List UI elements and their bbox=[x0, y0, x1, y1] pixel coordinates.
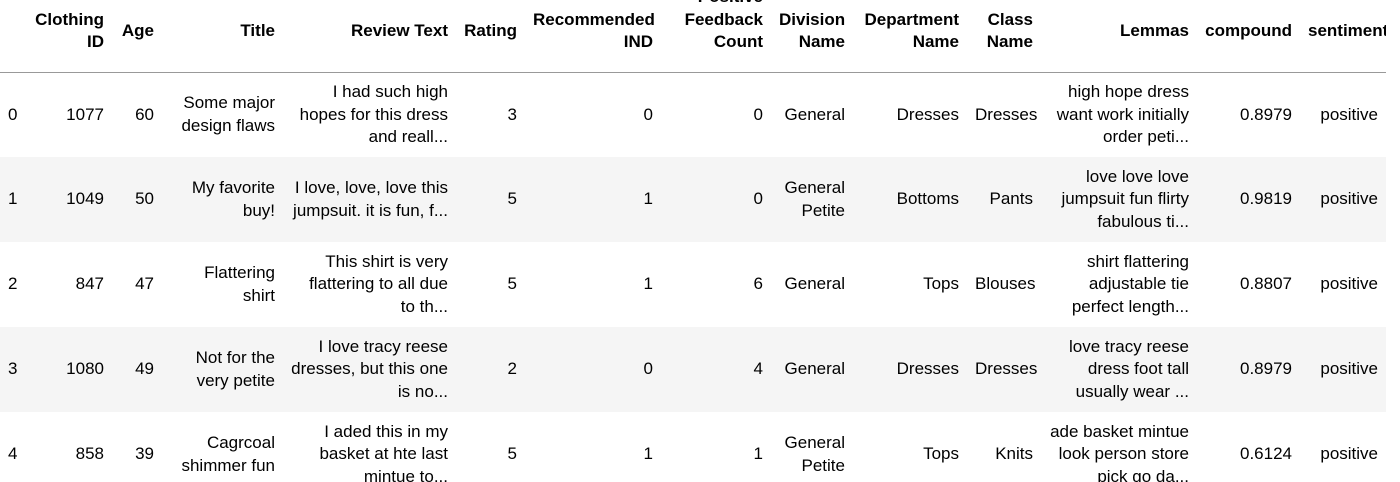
cell-clothing-id: 847 bbox=[75, 274, 104, 294]
cell-recommended-ind: 1 bbox=[643, 274, 653, 294]
cell-division-name: General Petite bbox=[784, 433, 845, 475]
cell-review-text: I aded this in my basket at hte last min… bbox=[319, 421, 448, 482]
cell-lemmas: love love love jumpsuit fun flirty fabul… bbox=[1061, 166, 1189, 231]
cell-compound: 0.8979 bbox=[1240, 359, 1292, 379]
column-header-age: Age bbox=[121, 21, 154, 40]
cell-recommended-ind: 1 bbox=[643, 444, 653, 464]
row-index: 0 bbox=[8, 104, 18, 124]
column-header-division-name: Division Name bbox=[779, 9, 846, 52]
cell-title: Flattering shirt bbox=[204, 263, 275, 305]
column-header-title: Title bbox=[240, 21, 275, 40]
index-header bbox=[0, 0, 26, 72]
cell-age: 50 bbox=[135, 189, 154, 209]
dataframe-output: Clothing ID Age Title Review Text Rating… bbox=[0, 0, 1400, 482]
cell-title: Some major design flaws bbox=[181, 93, 275, 135]
cell-review-text: I had such high hopes for this dress and… bbox=[299, 82, 448, 146]
dataframe-table: Clothing ID Age Title Review Text Rating… bbox=[0, 0, 1386, 482]
cell-compound: 0.8979 bbox=[1240, 104, 1292, 124]
cell-recommended-ind: 0 bbox=[643, 104, 653, 124]
cell-class-name: Pants bbox=[989, 189, 1033, 209]
cell-age: 49 bbox=[135, 359, 154, 379]
column-header-class-name: Class Name bbox=[986, 9, 1033, 52]
cell-age: 47 bbox=[135, 274, 154, 294]
cell-class-name: Knits bbox=[995, 444, 1033, 464]
row-index: 2 bbox=[8, 274, 18, 294]
column-header-clothing-id: Clothing ID bbox=[35, 9, 104, 52]
column-header-lemmas: Lemmas bbox=[1120, 21, 1189, 40]
cell-review-text: I love, love, love this jumpsuit. it is … bbox=[293, 178, 448, 220]
column-header-recommended-ind: Recommended IND bbox=[533, 9, 655, 52]
cell-department-name: Tops bbox=[923, 444, 959, 464]
cell-age: 39 bbox=[135, 444, 154, 464]
column-header-sentiment: sentiment bbox=[1308, 21, 1386, 40]
cell-positive-feedback-count: 1 bbox=[753, 444, 763, 464]
table-row: 2 847 47 Flattering shirt This shirt is … bbox=[0, 242, 1386, 327]
cell-age: 60 bbox=[135, 104, 154, 124]
cell-review-text: This shirt is very flattering to all due… bbox=[309, 251, 448, 316]
cell-rating: 3 bbox=[507, 104, 517, 124]
cell-sentiment: positive bbox=[1320, 274, 1378, 294]
cell-rating: 2 bbox=[507, 359, 517, 379]
column-header-positive-feedback-count: Positive Feedback Count bbox=[684, 0, 763, 51]
cell-clothing-id: 1080 bbox=[66, 359, 104, 379]
cell-department-name: Bottoms bbox=[896, 189, 959, 209]
cell-positive-feedback-count: 4 bbox=[753, 359, 763, 379]
table-row: 4 858 39 Cagrcoal shimmer fun I aded thi… bbox=[0, 412, 1386, 482]
cell-clothing-id: 1049 bbox=[66, 189, 104, 209]
column-header-department-name: Department Name bbox=[864, 9, 959, 52]
table-row: 3 1080 49 Not for the very petite I love… bbox=[0, 327, 1386, 412]
cell-class-name: Dresses bbox=[975, 359, 1038, 379]
cell-class-name: Blouses bbox=[975, 274, 1036, 294]
cell-clothing-id: 1077 bbox=[66, 104, 104, 124]
table-header-row: Clothing ID Age Title Review Text Rating… bbox=[0, 0, 1386, 72]
cell-positive-feedback-count: 0 bbox=[753, 104, 763, 124]
cell-lemmas: high hope dress want work initially orde… bbox=[1056, 82, 1189, 146]
cell-positive-feedback-count: 0 bbox=[753, 189, 763, 209]
cell-rating: 5 bbox=[507, 274, 517, 294]
cell-rating: 5 bbox=[507, 444, 517, 464]
cell-class-name: Dresses bbox=[975, 104, 1038, 124]
cell-positive-feedback-count: 6 bbox=[753, 274, 763, 294]
cell-sentiment: positive bbox=[1320, 444, 1378, 464]
cell-lemmas: love tracy reese dress foot tall usually… bbox=[1069, 336, 1189, 401]
cell-department-name: Tops bbox=[923, 274, 959, 294]
cell-division-name: General Petite bbox=[784, 178, 845, 220]
cell-compound: 0.6124 bbox=[1240, 444, 1292, 464]
cell-title: My favorite buy! bbox=[191, 178, 275, 220]
row-index: 1 bbox=[8, 189, 18, 209]
column-header-review-text: Review Text bbox=[350, 21, 448, 40]
cell-lemmas: ade basket mintue look person store pick… bbox=[1050, 421, 1189, 482]
cell-recommended-ind: 0 bbox=[643, 359, 653, 379]
column-header-rating: Rating bbox=[464, 21, 517, 40]
row-index: 4 bbox=[8, 444, 18, 464]
cell-title: Not for the very petite bbox=[195, 348, 275, 390]
cell-sentiment: positive bbox=[1320, 189, 1378, 209]
column-header-compound: compound bbox=[1205, 21, 1292, 40]
table-row: 1 1049 50 My favorite buy! I love, love,… bbox=[0, 157, 1386, 242]
cell-review-text: I love tracy reese dresses, but this one… bbox=[291, 336, 448, 401]
cell-department-name: Dresses bbox=[896, 104, 959, 124]
cell-recommended-ind: 1 bbox=[643, 189, 653, 209]
cell-clothing-id: 858 bbox=[75, 444, 104, 464]
cell-compound: 0.8807 bbox=[1240, 274, 1292, 294]
table-row: 0 1077 60 Some major design flaws I had … bbox=[0, 72, 1386, 157]
cell-department-name: Dresses bbox=[896, 359, 959, 379]
cell-sentiment: positive bbox=[1320, 359, 1378, 379]
row-index: 3 bbox=[8, 359, 18, 379]
cell-lemmas: shirt flattering adjustable tie perfect … bbox=[1071, 251, 1189, 316]
cell-sentiment: positive bbox=[1320, 104, 1378, 124]
cell-rating: 5 bbox=[507, 189, 517, 209]
cell-division-name: General bbox=[784, 274, 845, 294]
cell-division-name: General bbox=[784, 104, 845, 124]
cell-title: Cagrcoal shimmer fun bbox=[181, 433, 275, 475]
cell-division-name: General bbox=[784, 359, 845, 379]
cell-compound: 0.9819 bbox=[1240, 189, 1292, 209]
